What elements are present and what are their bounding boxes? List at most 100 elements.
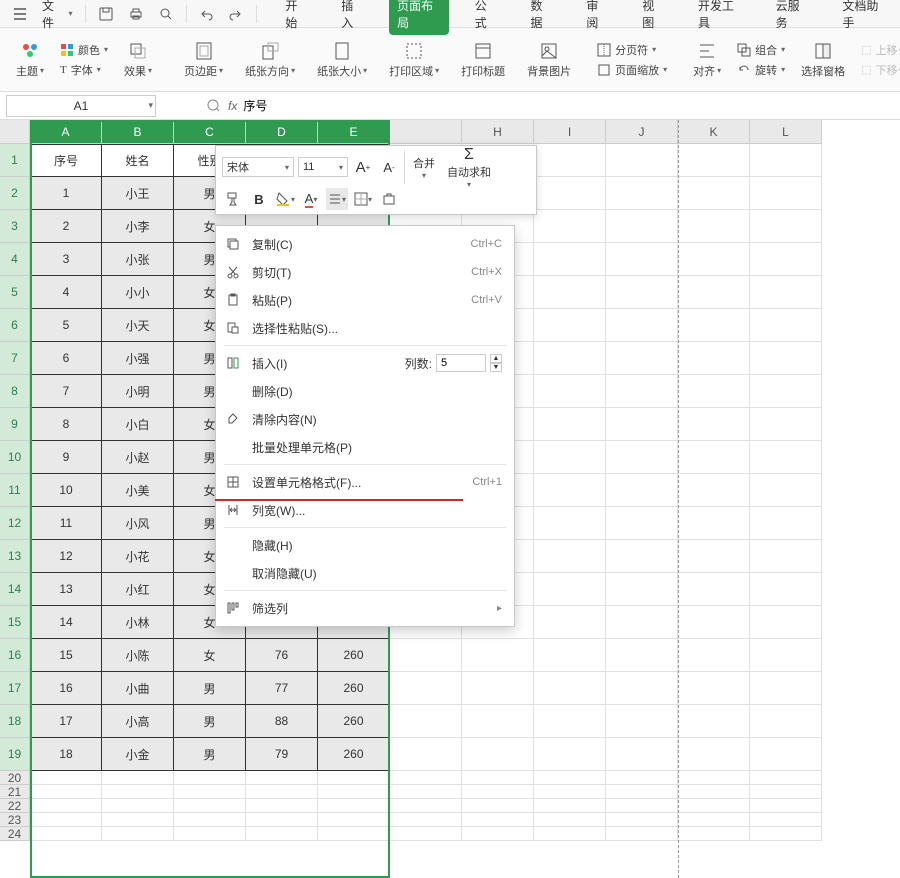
tab-3[interactable]: 公式: [467, 0, 505, 35]
cell[interactable]: 小张: [102, 243, 174, 276]
cell[interactable]: [678, 144, 750, 177]
cell[interactable]: [750, 309, 822, 342]
col-header[interactable]: D: [246, 120, 318, 144]
row-header[interactable]: 23: [0, 813, 30, 827]
cell[interactable]: [534, 827, 606, 841]
cell[interactable]: [750, 210, 822, 243]
cell[interactable]: 序号: [30, 144, 102, 177]
cell[interactable]: 1: [30, 177, 102, 210]
tab-8[interactable]: 云服务: [768, 0, 817, 35]
cell[interactable]: 小赵: [102, 441, 174, 474]
cell[interactable]: 15: [30, 639, 102, 672]
cell[interactable]: 10: [30, 474, 102, 507]
cell[interactable]: [678, 785, 750, 799]
cell[interactable]: [678, 738, 750, 771]
tab-9[interactable]: 文档助手: [834, 0, 894, 35]
selection-pane-button[interactable]: 选择窗格: [795, 41, 851, 79]
cell[interactable]: [534, 672, 606, 705]
cell[interactable]: [750, 573, 822, 606]
ctx-copy[interactable]: 复制(C)Ctrl+C: [216, 230, 514, 258]
row-header[interactable]: 14: [0, 573, 30, 606]
cell[interactable]: [678, 540, 750, 573]
file-menu[interactable]: 文件▾: [36, 0, 79, 33]
font-color-icon[interactable]: A▾: [300, 188, 322, 210]
row-header[interactable]: 19: [0, 738, 30, 771]
row-header[interactable]: 15: [0, 606, 30, 639]
cell[interactable]: [606, 507, 678, 540]
page-breaks-button[interactable]: 分页符▾: [597, 42, 667, 58]
cell[interactable]: 小红: [102, 573, 174, 606]
cell[interactable]: [606, 441, 678, 474]
margins-button[interactable]: 页边距▾: [178, 41, 229, 79]
cell[interactable]: [534, 738, 606, 771]
col-header[interactable]: [390, 120, 462, 144]
cell[interactable]: [534, 813, 606, 827]
cell[interactable]: [534, 771, 606, 785]
cell[interactable]: 小曲: [102, 672, 174, 705]
cell[interactable]: [606, 474, 678, 507]
size-button[interactable]: 纸张大小▾: [311, 41, 373, 79]
cell[interactable]: 小小: [102, 276, 174, 309]
cell[interactable]: [318, 813, 390, 827]
cell[interactable]: [390, 738, 462, 771]
cell[interactable]: [390, 799, 462, 813]
select-all-corner[interactable]: [0, 120, 30, 144]
cell[interactable]: [678, 573, 750, 606]
cell[interactable]: [246, 799, 318, 813]
cell[interactable]: [678, 771, 750, 785]
cell[interactable]: 260: [318, 738, 390, 771]
cell[interactable]: [606, 827, 678, 841]
cell[interactable]: [606, 243, 678, 276]
app-menu-icon[interactable]: [6, 4, 34, 24]
formula-input[interactable]: [243, 99, 398, 113]
align-button[interactable]: 对齐▾: [687, 41, 727, 79]
cell[interactable]: [750, 813, 822, 827]
cell[interactable]: [678, 408, 750, 441]
cell[interactable]: 260: [318, 672, 390, 705]
cell[interactable]: 7: [30, 375, 102, 408]
cell[interactable]: [678, 441, 750, 474]
cell[interactable]: [534, 243, 606, 276]
increase-font-icon[interactable]: A+: [352, 156, 374, 178]
cell[interactable]: [678, 507, 750, 540]
row-header[interactable]: 20: [0, 771, 30, 785]
cell[interactable]: [606, 177, 678, 210]
cell[interactable]: [750, 408, 822, 441]
cell[interactable]: 姓名: [102, 144, 174, 177]
row-header[interactable]: 7: [0, 342, 30, 375]
format-painter-icon[interactable]: [222, 188, 244, 210]
colors-button[interactable]: 颜色▾: [60, 42, 108, 58]
cell[interactable]: 260: [318, 705, 390, 738]
borders-icon[interactable]: ▾: [352, 188, 374, 210]
cell[interactable]: 79: [246, 738, 318, 771]
row-header[interactable]: 10: [0, 441, 30, 474]
cell[interactable]: [678, 813, 750, 827]
col-header[interactable]: E: [318, 120, 390, 144]
cell[interactable]: [606, 606, 678, 639]
tab-6[interactable]: 视图: [634, 0, 672, 35]
cell[interactable]: [606, 276, 678, 309]
group-button[interactable]: 组合▾: [737, 42, 785, 58]
effects-button[interactable]: 效果▾: [118, 41, 158, 79]
cell[interactable]: 4: [30, 276, 102, 309]
cell[interactable]: [750, 375, 822, 408]
ctx-unhide[interactable]: 取消隐藏(U): [216, 559, 514, 587]
cell[interactable]: [750, 474, 822, 507]
cell[interactable]: [534, 507, 606, 540]
cell[interactable]: 小白: [102, 408, 174, 441]
cell[interactable]: [30, 799, 102, 813]
col-header[interactable]: L: [750, 120, 822, 144]
undo-icon[interactable]: [192, 4, 220, 24]
tab-1[interactable]: 插入: [333, 0, 371, 35]
cell[interactable]: 男: [174, 738, 246, 771]
print-area-button[interactable]: 打印区域▾: [383, 41, 445, 79]
cell[interactable]: [750, 441, 822, 474]
cell[interactable]: 小陈: [102, 639, 174, 672]
cell[interactable]: [534, 474, 606, 507]
tab-0[interactable]: 开始: [277, 0, 315, 35]
cell[interactable]: 260: [318, 639, 390, 672]
cell[interactable]: [678, 639, 750, 672]
cell[interactable]: [534, 375, 606, 408]
cell[interactable]: [534, 705, 606, 738]
cell[interactable]: [534, 441, 606, 474]
